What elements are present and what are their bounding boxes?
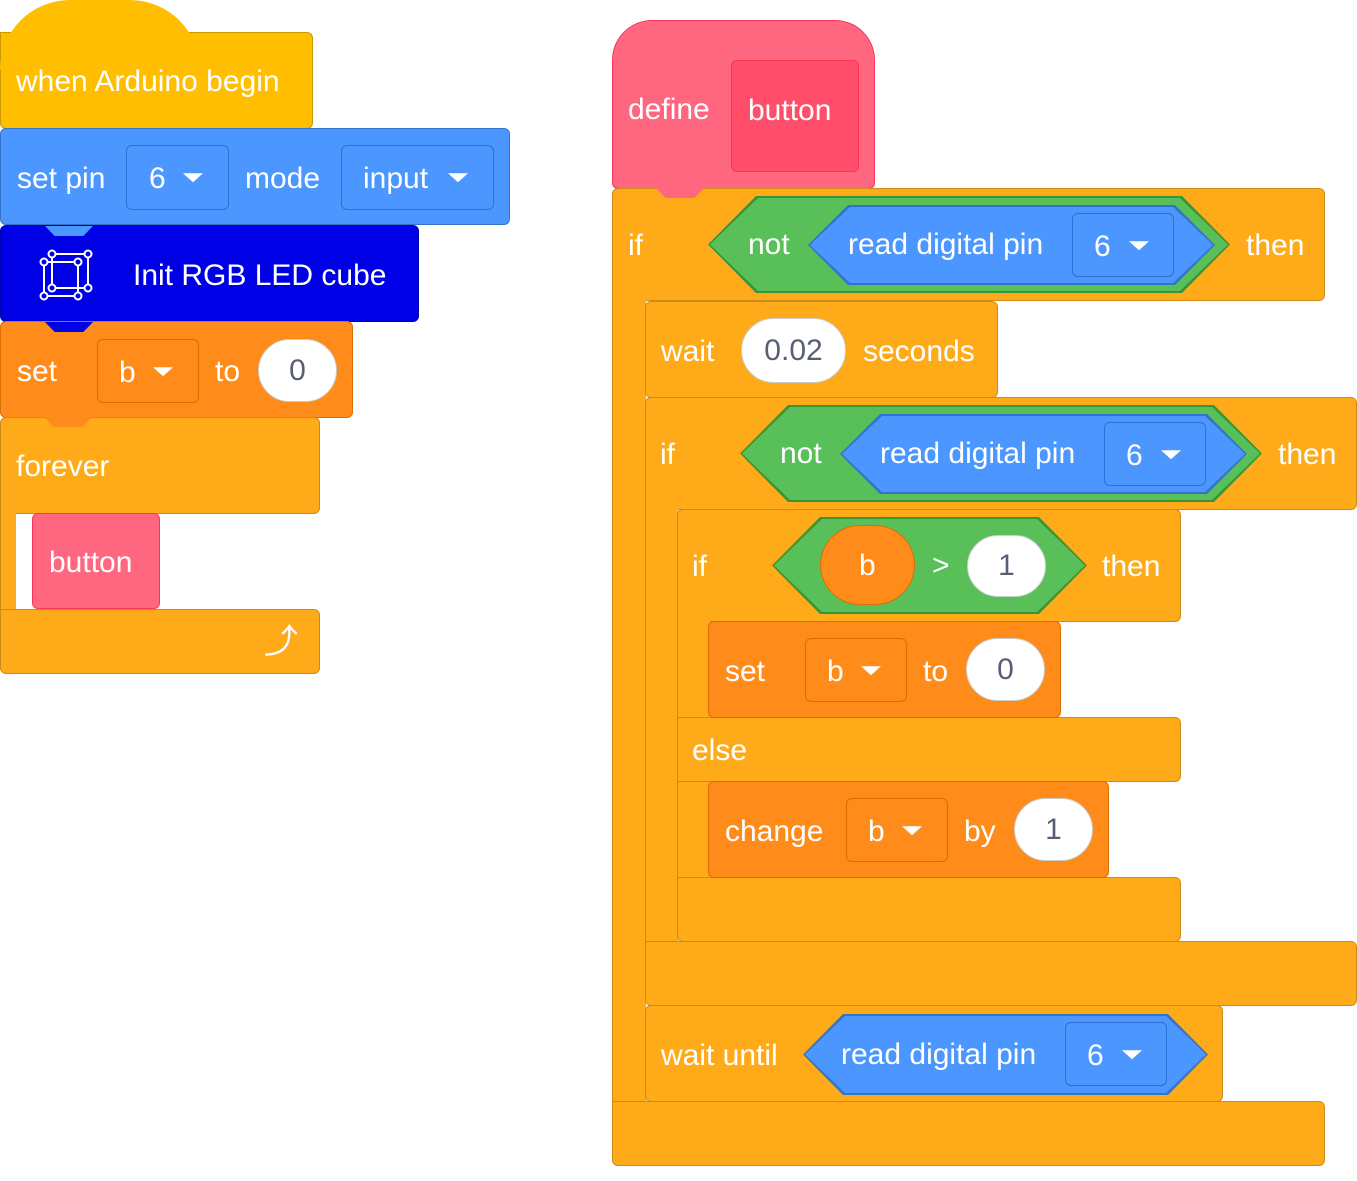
- value-input[interactable]: 0: [966, 638, 1045, 701]
- variable-value: b: [827, 655, 844, 688]
- variable-value: b: [868, 815, 885, 848]
- hat-block-when-arduino-begin[interactable]: when Arduino begin: [0, 0, 313, 129]
- block-label: set: [725, 655, 766, 688]
- if-bottom: [677, 877, 1181, 942]
- pin-dropdown[interactable]: 6: [1072, 213, 1174, 277]
- chevron-down-icon: [1129, 241, 1149, 250]
- not-operator[interactable]: not read digital pin 6: [708, 196, 1230, 293]
- set-variable-block[interactable]: set b to 0: [0, 321, 353, 418]
- chevron-down-icon: [1122, 1050, 1142, 1059]
- pin-value: 6: [1087, 1039, 1104, 1072]
- mode-value: input: [363, 162, 429, 195]
- block-label: change: [725, 815, 824, 848]
- else-label: else: [692, 734, 748, 767]
- notch: [45, 322, 93, 332]
- else-arm: [677, 717, 1181, 782]
- variable-value: b: [119, 356, 136, 389]
- block-label: when Arduino begin: [16, 65, 280, 98]
- block-label: define: [628, 93, 710, 126]
- pin-dropdown[interactable]: 6: [1065, 1022, 1167, 1086]
- init-rgb-led-cube-block[interactable]: Init RGB LED cube: [0, 225, 419, 322]
- by-label: by: [964, 815, 996, 848]
- operator-symbol: >: [932, 549, 950, 582]
- variable-dropdown[interactable]: b: [97, 339, 199, 403]
- to-label: to: [215, 355, 241, 388]
- chevron-down-icon: [153, 367, 173, 377]
- block-label: read digital pin: [880, 437, 1076, 470]
- if-bottom: [612, 1101, 1325, 1166]
- block-label: set: [17, 355, 58, 388]
- then-label: then: [1278, 438, 1337, 471]
- set-pin-mode-block[interactable]: set pin 6 mode input: [0, 128, 510, 225]
- hat-cap: [0, 0, 200, 70]
- pin-value: 6: [1126, 439, 1143, 472]
- read-digital-pin-block[interactable]: read digital pin 6: [803, 1014, 1208, 1095]
- block-label: wait until: [661, 1039, 778, 1072]
- forever-block[interactable]: forever button ⤴: [0, 417, 320, 674]
- variable-dropdown[interactable]: b: [805, 638, 907, 702]
- then-label: then: [1246, 229, 1305, 262]
- notch: [45, 226, 93, 236]
- mode-label: mode: [245, 162, 321, 195]
- custom-block-prototype[interactable]: button: [731, 60, 859, 172]
- wait-until-block[interactable]: wait until read digital pin 6: [645, 1005, 1223, 1102]
- loop-arrow-icon: ⤴: [264, 623, 298, 661]
- if-side: [645, 497, 678, 947]
- read-digital-pin-block[interactable]: read digital pin 6: [840, 414, 1247, 494]
- variable-name: b: [859, 549, 876, 582]
- block-name: button: [748, 94, 832, 127]
- mode-dropdown[interactable]: input: [341, 145, 494, 210]
- if-label: if: [692, 550, 707, 583]
- compare-value-input[interactable]: 1: [967, 535, 1046, 597]
- forever-side: [0, 507, 16, 617]
- set-variable-block[interactable]: set b to 0: [708, 621, 1061, 718]
- pin-dropdown[interactable]: 6: [126, 145, 229, 210]
- chevron-down-icon: [861, 666, 881, 676]
- not-label: not: [780, 437, 822, 470]
- pin-value: 6: [149, 162, 166, 195]
- block-label: forever: [16, 450, 110, 483]
- if-bottom: [645, 941, 1357, 1006]
- block-label: wait: [661, 335, 715, 368]
- greater-than-operator[interactable]: b > 1: [772, 517, 1087, 614]
- block-label: Init RGB LED cube: [133, 259, 387, 292]
- block-label: set pin: [17, 162, 106, 195]
- then-label: then: [1102, 550, 1161, 583]
- chevron-down-icon: [902, 826, 922, 836]
- led-cube-icon: [39, 249, 93, 301]
- seconds-input[interactable]: 0.02: [741, 318, 846, 383]
- pin-value: 6: [1094, 230, 1111, 263]
- seconds-label: seconds: [863, 335, 975, 368]
- if-label: if: [628, 229, 643, 262]
- block-label: button: [49, 546, 133, 579]
- call-button-block[interactable]: button: [32, 513, 160, 609]
- block-label: read digital pin: [848, 228, 1044, 261]
- variable-dropdown[interactable]: b: [846, 798, 948, 862]
- variable-reporter[interactable]: b: [820, 525, 915, 605]
- define-button-block[interactable]: define button: [612, 20, 875, 189]
- chevron-down-icon: [1161, 450, 1181, 459]
- chevron-down-icon: [183, 173, 203, 183]
- value-input[interactable]: 0: [258, 339, 337, 402]
- read-digital-pin-block[interactable]: read digital pin 6: [808, 205, 1215, 285]
- chevron-down-icon: [448, 173, 468, 183]
- block-label: read digital pin: [841, 1038, 1037, 1071]
- change-value-input[interactable]: 1: [1014, 798, 1093, 861]
- not-label: not: [748, 228, 790, 261]
- pin-dropdown[interactable]: 6: [1104, 422, 1206, 486]
- not-operator[interactable]: not read digital pin 6: [740, 405, 1262, 502]
- wait-block[interactable]: wait 0.02 seconds: [645, 301, 998, 398]
- if-label: if: [660, 438, 675, 471]
- to-label: to: [923, 655, 949, 688]
- change-variable-block[interactable]: change b by 1: [708, 781, 1109, 878]
- if-side: [612, 288, 646, 1108]
